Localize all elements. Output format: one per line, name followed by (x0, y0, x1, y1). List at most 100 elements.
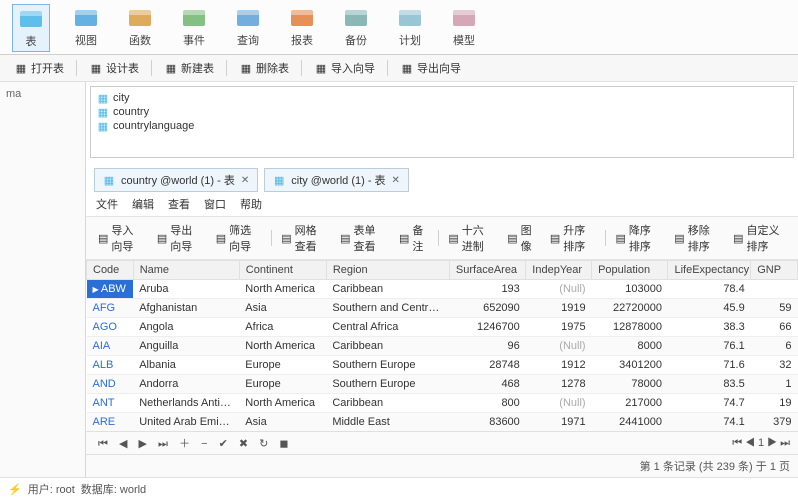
cell[interactable]: ARE (87, 413, 134, 432)
cell[interactable]: North America (239, 394, 326, 413)
cell[interactable]: 1912 (526, 356, 592, 375)
table-row[interactable]: AREUnited Arab EmiratesAsiaMiddle East83… (87, 413, 798, 432)
cell[interactable]: 38.3 (668, 318, 751, 337)
ribbon-1[interactable]: 视图 (68, 4, 104, 52)
cell[interactable]: Afghanistan (133, 299, 239, 318)
ribbon-8[interactable]: 模型 (446, 4, 482, 52)
data-grid-wrap[interactable]: CodeNameContinentRegionSurfaceAreaIndepY… (86, 260, 798, 431)
cell[interactable]: Africa (239, 318, 326, 337)
table-row[interactable]: ANTNetherlands AntillesNorth AmericaCari… (87, 394, 798, 413)
ribbon-4[interactable]: 查询 (230, 4, 266, 52)
menu-帮助[interactable]: 帮助 (240, 196, 262, 212)
cell[interactable]: ABW (87, 280, 134, 299)
cell[interactable]: 59 (751, 299, 798, 318)
cell[interactable]: 1975 (526, 318, 592, 337)
close-icon[interactable]: ✕ (241, 175, 249, 186)
cell[interactable]: 45.9 (668, 299, 751, 318)
cell[interactable]: 193 (449, 280, 525, 299)
cell[interactable]: 1 (751, 375, 798, 394)
cell[interactable]: Caribbean (326, 280, 449, 299)
cell[interactable]: 71.6 (668, 356, 751, 375)
cell[interactable]: Anguilla (133, 337, 239, 356)
cell[interactable]: Aruba (133, 280, 239, 299)
cancel-button[interactable]: ✖ (235, 438, 252, 450)
table-row[interactable]: AGOAngolaAfricaCentral Africa12467001975… (87, 318, 798, 337)
cell[interactable]: 28748 (449, 356, 525, 375)
cell[interactable]: Albania (133, 356, 239, 375)
col-Region[interactable]: Region (326, 261, 449, 280)
cell[interactable]: 83600 (449, 413, 525, 432)
cell[interactable]: 3401200 (592, 356, 668, 375)
cell[interactable]: 800 (449, 394, 525, 413)
cell[interactable]: North America (239, 337, 326, 356)
cell[interactable]: ALB (87, 356, 134, 375)
table-row[interactable]: AFGAfghanistanAsiaSouthern and Central A… (87, 299, 798, 318)
cell[interactable]: (Null) (526, 394, 592, 413)
cell[interactable]: Southern Europe (326, 375, 449, 394)
cell[interactable]: Southern and Central Asi (326, 299, 449, 318)
gridtool-11[interactable]: ▤自定义排序 (727, 220, 792, 256)
cell[interactable]: 19 (751, 394, 798, 413)
cell[interactable]: 379 (751, 413, 798, 432)
stop-button[interactable]: ◼ (275, 438, 292, 450)
cell[interactable]: Caribbean (326, 394, 449, 413)
cell[interactable]: 1971 (526, 413, 592, 432)
table-row[interactable]: AIAAnguillaNorth AmericaCaribbean96(Null… (87, 337, 798, 356)
gridtool-0[interactable]: ▤导入向导 (92, 220, 149, 256)
first-record-button[interactable]: ⏮ (94, 438, 112, 450)
gridtool-4[interactable]: ▤表单查看 (334, 220, 391, 256)
cell[interactable]: Central Africa (326, 318, 449, 337)
close-icon[interactable]: ✕ (392, 175, 400, 186)
cell[interactable]: 12878000 (592, 318, 668, 337)
ribbon-3[interactable]: 事件 (176, 4, 212, 52)
table-row[interactable]: ANDAndorraEuropeSouthern Europe468127878… (87, 375, 798, 394)
gridtool-3[interactable]: ▤网格查看 (275, 220, 332, 256)
table-item[interactable]: ▦country (95, 105, 789, 119)
cell[interactable]: Netherlands Antilles (133, 394, 239, 413)
col-IndepYear[interactable]: IndepYear (526, 261, 592, 280)
col-GNP[interactable]: GNP (751, 261, 798, 280)
menu-文件[interactable]: 文件 (96, 196, 118, 212)
cell[interactable]: 6 (751, 337, 798, 356)
col-SurfaceArea[interactable]: SurfaceArea (449, 261, 525, 280)
cell[interactable]: Southern Europe (326, 356, 449, 375)
cell[interactable]: 1919 (526, 299, 592, 318)
cell[interactable] (751, 280, 798, 299)
page-first-button[interactable]: ⏮ (732, 437, 742, 449)
col-Continent[interactable]: Continent (239, 261, 326, 280)
tree-node[interactable]: ma (6, 88, 79, 100)
cell[interactable]: Europe (239, 356, 326, 375)
cell[interactable]: Asia (239, 299, 326, 318)
cell[interactable]: 78000 (592, 375, 668, 394)
cell[interactable]: 1278 (526, 375, 592, 394)
data-grid[interactable]: CodeNameContinentRegionSurfaceAreaIndepY… (86, 260, 798, 431)
gridtool-10[interactable]: ▤移除排序 (668, 220, 725, 256)
last-record-button[interactable]: ⏭ (154, 438, 172, 450)
cell[interactable]: 8000 (592, 337, 668, 356)
gridtool-7[interactable]: ▤图像 (501, 220, 542, 256)
cell[interactable]: Andorra (133, 375, 239, 394)
menu-窗口[interactable]: 窗口 (204, 196, 226, 212)
gridtool-5[interactable]: ▤备注 (393, 220, 434, 256)
cell[interactable]: 1246700 (449, 318, 525, 337)
cell[interactable]: AND (87, 375, 134, 394)
cell[interactable]: 217000 (592, 394, 668, 413)
page-next-button[interactable]: ▶ (767, 437, 777, 449)
cell[interactable]: 103000 (592, 280, 668, 299)
tab-0[interactable]: ▦country @world (1) - 表✕ (94, 168, 258, 192)
cell[interactable]: 22720000 (592, 299, 668, 318)
cell[interactable]: Middle East (326, 413, 449, 432)
cell[interactable]: 78.4 (668, 280, 751, 299)
cell[interactable]: 83.5 (668, 375, 751, 394)
cell[interactable]: 652090 (449, 299, 525, 318)
prev-record-button[interactable]: ◀ (115, 438, 131, 450)
gridtool-6[interactable]: ▤十六进制 (442, 220, 499, 256)
cell[interactable]: (Null) (526, 280, 592, 299)
menu-查看[interactable]: 查看 (168, 196, 190, 212)
export-wizard-button[interactable]: ▦导出向导 (394, 58, 467, 78)
ribbon-5[interactable]: 报表 (284, 4, 320, 52)
col-Population[interactable]: Population (592, 261, 668, 280)
import-wizard-button[interactable]: ▦导入向导 (308, 58, 381, 78)
table-row[interactable]: ABWArubaNorth AmericaCaribbean193(Null)1… (87, 280, 798, 299)
cell[interactable]: 74.1 (668, 413, 751, 432)
